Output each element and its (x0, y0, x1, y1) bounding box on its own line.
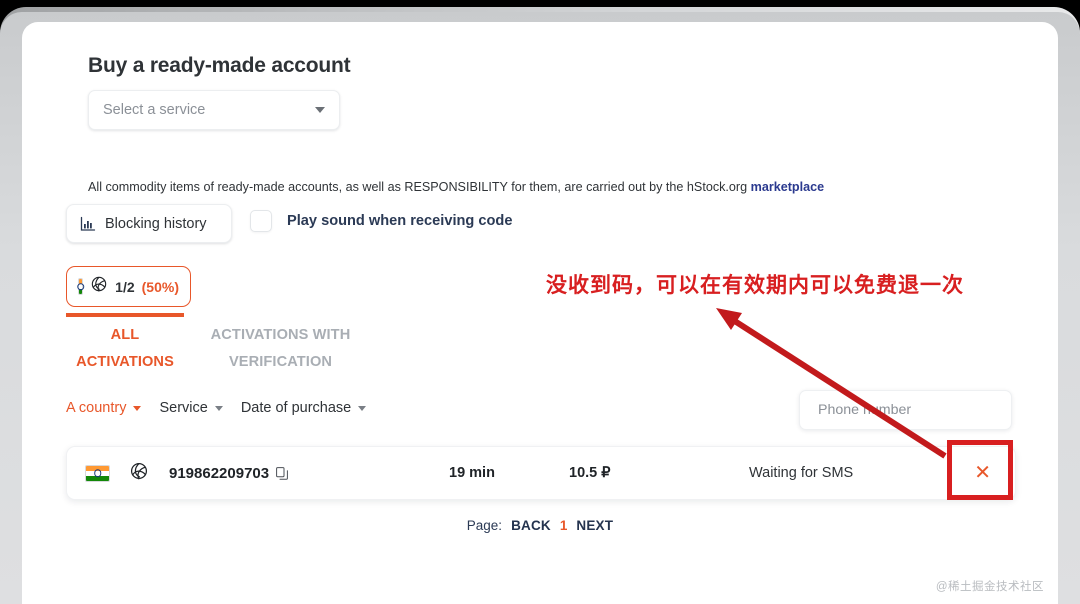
service-chip-fraction: 1/2 (115, 279, 134, 295)
row-country-cell (67, 465, 129, 482)
chevron-down-icon (315, 107, 325, 113)
row-phone-number-text: 919862209703 (169, 465, 269, 482)
openai-logo-icon (90, 275, 108, 298)
filter-service[interactable]: Service (159, 400, 222, 416)
tab-all-activations[interactable]: ALL ACTIVATIONS (66, 322, 184, 376)
bar-chart-icon (80, 216, 96, 232)
row-time-left: 19 min (449, 465, 569, 481)
filter-service-label: Service (159, 400, 207, 416)
openai-logo-icon (129, 461, 149, 486)
annotation-highlight-box (947, 440, 1013, 500)
pagination: Page: BACK 1 NEXT (22, 518, 1058, 533)
service-select[interactable]: Select a service (88, 90, 340, 130)
india-flag-icon (85, 465, 110, 482)
row-service-cell (129, 461, 169, 486)
page-card: Buy a ready-made account Select a servic… (22, 22, 1058, 604)
filter-country-label: A country (66, 400, 126, 416)
filter-date-of-purchase[interactable]: Date of purchase (241, 400, 366, 416)
filter-bar: A country Service Date of purchase (66, 400, 366, 416)
page-content: Buy a ready-made account Select a servic… (22, 22, 1058, 604)
chevron-down-icon (215, 406, 223, 411)
watermark: @稀土掘金技术社区 (936, 578, 1044, 594)
pagination-next[interactable]: NEXT (576, 518, 613, 533)
row-phone-number[interactable]: 919862209703 (169, 465, 449, 482)
row-status: Waiting for SMS (749, 465, 949, 481)
sound-checkbox-label: Play sound when receiving code (287, 213, 512, 229)
activation-tabs: ALL ACTIVATIONS ACTIVATIONS WITH VERIFIC… (66, 322, 368, 376)
pagination-label: Page: (467, 518, 502, 533)
marketplace-link[interactable]: marketplace (751, 180, 825, 194)
pagination-back[interactable]: BACK (511, 518, 551, 533)
sound-toggle-row[interactable]: Play sound when receiving code (250, 210, 512, 232)
pagination-current-page[interactable]: 1 (560, 518, 568, 533)
service-tab-chip[interactable]: 1/2 (50%) (66, 266, 191, 307)
tab-activations-with-verification[interactable]: ACTIVATIONS WITH VERIFICATION (193, 322, 368, 376)
service-select-placeholder: Select a service (103, 102, 205, 118)
phone-number-search[interactable]: Phone number (799, 390, 1012, 430)
row-price: 10.5 ₽ (569, 465, 749, 481)
filter-date-label: Date of purchase (241, 400, 351, 416)
marketplace-notice-text: All commodity items of ready-made accoun… (88, 180, 751, 194)
marketplace-notice: All commodity items of ready-made accoun… (88, 180, 824, 194)
sound-checkbox[interactable] (250, 210, 272, 232)
table-row[interactable]: 919862209703 19 min 10.5 ₽ Waiting for S… (66, 446, 1016, 500)
page-title: Buy a ready-made account (88, 54, 350, 78)
chevron-down-icon (133, 406, 141, 411)
chevron-down-icon (358, 406, 366, 411)
service-chip-percent: (50%) (142, 279, 179, 295)
copy-icon[interactable] (276, 467, 288, 480)
blocking-history-button[interactable]: Blocking history (66, 204, 232, 243)
filter-country[interactable]: A country (66, 400, 141, 416)
annotation-text: 没收到码，可以在有效期内可以免费退一次 (546, 269, 964, 299)
phone-number-placeholder: Phone number (818, 402, 911, 418)
service-tab-underline (66, 313, 184, 317)
blocking-history-label: Blocking history (105, 216, 207, 232)
screenshot-root: Buy a ready-made account Select a servic… (0, 0, 1080, 604)
india-flag-icon (78, 278, 83, 295)
